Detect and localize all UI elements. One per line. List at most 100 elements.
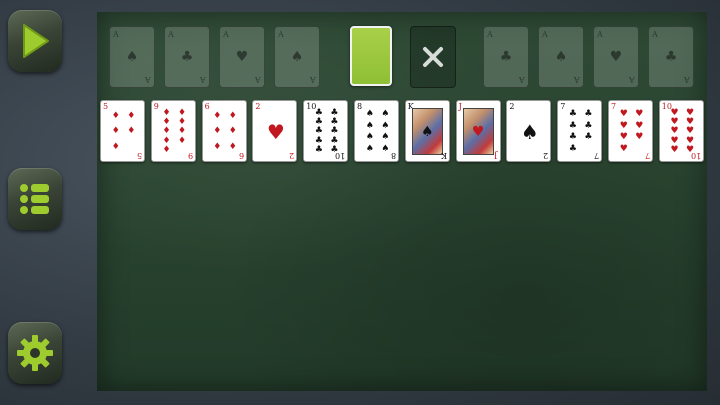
tableau-card[interactable]: 5 ♦ ♦ ♦ ♦ ♦ 5 <box>100 100 145 162</box>
card-pip: ♥ <box>635 120 644 131</box>
foundation-suit: ♣ <box>499 49 513 65</box>
menu-button[interactable] <box>8 168 62 230</box>
card-rank-bottom: 2 <box>543 151 549 160</box>
foundation-suit: ♥ <box>609 49 623 65</box>
card-rank-bottom: 9 <box>187 151 193 160</box>
close-x-icon <box>423 47 443 67</box>
card-pip: ♦ <box>127 111 136 122</box>
card-rank-bottom: K <box>440 151 447 160</box>
foundation-rank: A <box>487 30 493 39</box>
play-button[interactable] <box>8 10 62 72</box>
foundation-slot[interactable]: A ♣ A <box>483 26 529 88</box>
tableau-card[interactable]: K ♠ K <box>404 100 450 162</box>
card-pip: ♥ <box>266 119 285 144</box>
stock-pile[interactable] <box>350 26 392 86</box>
foundation-rank: A <box>597 30 603 39</box>
tableau-card[interactable]: 2 ♥ 2 <box>252 100 298 162</box>
card-pip: ♥ <box>635 109 644 120</box>
foundation-rank-bottom: A <box>310 75 316 84</box>
card-pip: ♦ <box>178 135 187 146</box>
card-pip: ♣ <box>568 132 577 143</box>
foundation-slot[interactable]: A ♠ A <box>274 26 320 88</box>
card-pip: ♥ <box>619 132 628 143</box>
card-pip: ♣ <box>584 109 593 120</box>
card-rank-bottom: 7 <box>644 151 650 160</box>
card-pip: ♥ <box>619 109 628 120</box>
card-pip: ♥ <box>619 143 628 154</box>
card-pips: ♦ ♦ ♦ ♦ ♦ ♦ ♦ ♦ ♦ <box>159 109 190 155</box>
card-pips: ♣ ♣ ♣ ♣ ♣ ♣ ♣ <box>565 109 596 155</box>
card-pip: ♦ <box>228 126 237 137</box>
foundation-suit: ♠ <box>125 49 139 65</box>
card-pip: ♦ <box>111 111 120 122</box>
foundation-suit: ♠ <box>554 49 568 65</box>
card-pip: ♦ <box>213 111 222 122</box>
card-pip: ♥ <box>635 132 644 143</box>
foundation-suit: ♠ <box>290 49 304 65</box>
foundation-rank: A <box>168 30 174 39</box>
card-pip: ♥ <box>619 120 628 131</box>
card-pip: ♦ <box>228 141 237 152</box>
card-rank-bottom: 10 <box>690 151 701 160</box>
card-rank-bottom: 6 <box>238 151 244 160</box>
card-pip: ♣ <box>584 120 593 131</box>
foundation-rank: A <box>113 30 119 39</box>
card-rank-bottom: J <box>494 151 498 160</box>
foundation-slot[interactable]: A ♠ A <box>538 26 584 88</box>
tableau-card[interactable]: 7 ♥ ♥ ♥ ♥ ♥ ♥ ♥ 7 <box>608 100 653 162</box>
card-pip: ♠ <box>381 120 390 131</box>
foundation-rank: A <box>542 30 548 39</box>
foundation-suit: ♣ <box>180 49 194 65</box>
foundation-slot[interactable]: A ♣ A <box>164 26 210 88</box>
card-pips: ♦ ♦ ♦ ♦ ♦ ♦ <box>210 109 241 155</box>
card-rank-bottom: 7 <box>594 151 600 160</box>
tableau-card[interactable]: 8 ♠ ♠ ♠ ♠ ♠ ♠ ♠ ♠ 8 <box>354 100 399 162</box>
foundation-slot[interactable]: A ♣ A <box>648 26 694 88</box>
tableau-card[interactable]: 10 ♥ ♥ ♥ ♥ ♥ ♥ ♥ ♥ ♥ ♥ 10 <box>658 100 704 162</box>
card-pip: ♦ <box>213 141 222 152</box>
card-table: A ♠ A A ♣ A A ♥ A A ♠ A A ♣ A A ♠ A A ♥ A A ♣ A 5 ♦ ♦ ♦ ♦ ♦ 5 9 ♦ ♦ ♦ ♦ ♦ ♦ ♦ ♦… <box>97 12 707 391</box>
foundation-slot[interactable]: A ♥ A <box>219 26 265 88</box>
foundation-suit: ♣ <box>664 49 678 65</box>
foundation-rank-bottom: A <box>574 75 580 84</box>
card-pip: ♠ <box>381 109 390 120</box>
card-pips: ♥ ♥ ♥ ♥ ♥ ♥ ♥ <box>616 109 647 155</box>
card-rank: J <box>458 102 462 111</box>
card-pip: ♠ <box>381 143 390 154</box>
foundation-rank-bottom: A <box>684 75 690 84</box>
card-pip: ♦ <box>111 141 120 152</box>
foundation-rank-bottom: A <box>255 75 261 84</box>
card-rank-bottom: 2 <box>289 151 295 160</box>
foundation-slot[interactable]: A ♥ A <box>593 26 639 88</box>
tableau-card[interactable]: 9 ♦ ♦ ♦ ♦ ♦ ♦ ♦ ♦ ♦ 9 <box>150 100 196 162</box>
card-pip: ♠ <box>365 132 374 143</box>
card-pips: ♥ ♥ ♥ ♥ ♥ ♥ ♥ ♥ ♥ ♥ <box>667 109 698 155</box>
play-icon <box>23 24 49 58</box>
foundation-rank-bottom: A <box>519 75 525 84</box>
settings-button[interactable] <box>8 322 62 384</box>
foundation-rank-bottom: A <box>200 75 206 84</box>
card-pips: ♦ ♦ ♦ ♦ ♦ <box>108 109 139 155</box>
card-pips: ♠ ♠ ♠ ♠ ♠ ♠ ♠ ♠ <box>362 109 393 155</box>
tableau-card[interactable]: 10 ♣ ♣ ♣ ♣ ♣ ♣ ♣ ♣ ♣ ♣ 10 <box>303 100 349 162</box>
foundation-suit: ♥ <box>235 49 249 65</box>
card-pip: ♣ <box>568 143 577 154</box>
card-pip: ♦ <box>111 126 120 137</box>
foundation-slot[interactable]: A ♠ A <box>109 26 155 88</box>
waste-pile[interactable] <box>410 26 456 88</box>
tableau-card[interactable]: 7 ♣ ♣ ♣ ♣ ♣ ♣ ♣ 7 <box>557 100 603 162</box>
tableau-card[interactable]: 2 ♠ 2 <box>506 100 552 162</box>
face-card-art: ♥ <box>462 108 494 155</box>
card-pip: ♠ <box>520 119 539 144</box>
card-pip: ♦ <box>228 111 237 122</box>
card-pip: ♠ <box>381 132 390 143</box>
card-pip: ♠ <box>365 109 374 120</box>
card-pips: ♥ <box>260 109 291 155</box>
menu-list-icon <box>20 184 49 214</box>
tableau-card[interactable]: 6 ♦ ♦ ♦ ♦ ♦ ♦ 6 <box>201 100 247 162</box>
foundation-rank: A <box>278 30 284 39</box>
tableau-card[interactable]: J ♥ J <box>455 100 501 162</box>
card-pip: ♠ <box>365 143 374 154</box>
foundation-rank: A <box>223 30 229 39</box>
card-rank-bottom: 10 <box>335 151 346 160</box>
